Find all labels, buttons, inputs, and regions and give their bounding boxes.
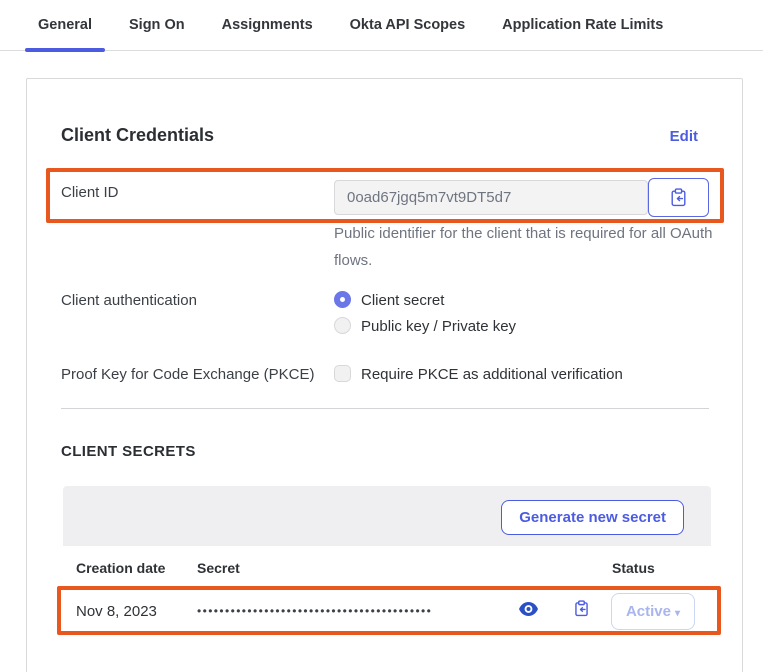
tab-general[interactable]: General	[38, 0, 92, 51]
secret-creation-date: Nov 8, 2023	[76, 603, 157, 620]
client-id-input[interactable]	[334, 180, 648, 215]
client-authentication-label: Client authentication	[61, 292, 197, 309]
client-credentials-card: Client Credentials Edit Client ID Public…	[26, 78, 743, 672]
pkce-checkbox-label: Require PKCE as additional verification	[361, 366, 623, 383]
tab-sign-on[interactable]: Sign On	[129, 0, 185, 51]
radio-client-secret[interactable]	[334, 291, 351, 308]
eye-icon	[519, 602, 538, 616]
tab-okta-api-scopes[interactable]: Okta API Scopes	[350, 0, 466, 51]
client-credentials-title: Client Credentials	[61, 125, 214, 146]
pkce-label: Proof Key for Code Exchange (PKCE)	[61, 366, 314, 383]
tab-bar: General Sign On Assignments Okta API Sco…	[0, 0, 763, 51]
edit-link[interactable]: Edit	[670, 128, 698, 145]
radio-client-secret-label: Client secret	[361, 292, 444, 309]
reveal-secret-button[interactable]	[517, 600, 539, 618]
masked-secret-value: ••••••••••••••••••••••••••••••••••••••••…	[197, 604, 432, 618]
secrets-table-toolbar: Generate new secret	[63, 486, 711, 546]
clipboard-copy-icon	[670, 188, 687, 207]
section-divider	[61, 408, 709, 409]
client-secrets-title: CLIENT SECRETS	[61, 443, 196, 460]
column-header-secret: Secret	[197, 560, 240, 576]
generate-new-secret-button[interactable]: Generate new secret	[501, 500, 684, 535]
radio-public-private-key-label: Public key / Private key	[361, 318, 516, 335]
column-header-status: Status	[612, 560, 655, 576]
copy-client-id-button[interactable]	[648, 178, 709, 217]
tab-application-rate-limits[interactable]: Application Rate Limits	[502, 0, 663, 51]
tab-assignments[interactable]: Assignments	[222, 0, 313, 51]
client-id-help-text: Public identifier for the client that is…	[334, 220, 716, 274]
column-header-creation-date: Creation date	[76, 560, 165, 576]
radio-public-private-key[interactable]	[334, 317, 351, 334]
chevron-down-icon: ▾	[675, 608, 680, 619]
clipboard-copy-icon	[574, 600, 589, 617]
client-id-label: Client ID	[61, 184, 119, 201]
copy-secret-button[interactable]	[571, 597, 591, 619]
status-label: Active	[626, 603, 671, 620]
pkce-checkbox[interactable]	[334, 365, 351, 382]
secret-status-dropdown[interactable]: Active ▾	[611, 593, 695, 630]
app-settings-page: General Sign On Assignments Okta API Sco…	[0, 0, 763, 672]
